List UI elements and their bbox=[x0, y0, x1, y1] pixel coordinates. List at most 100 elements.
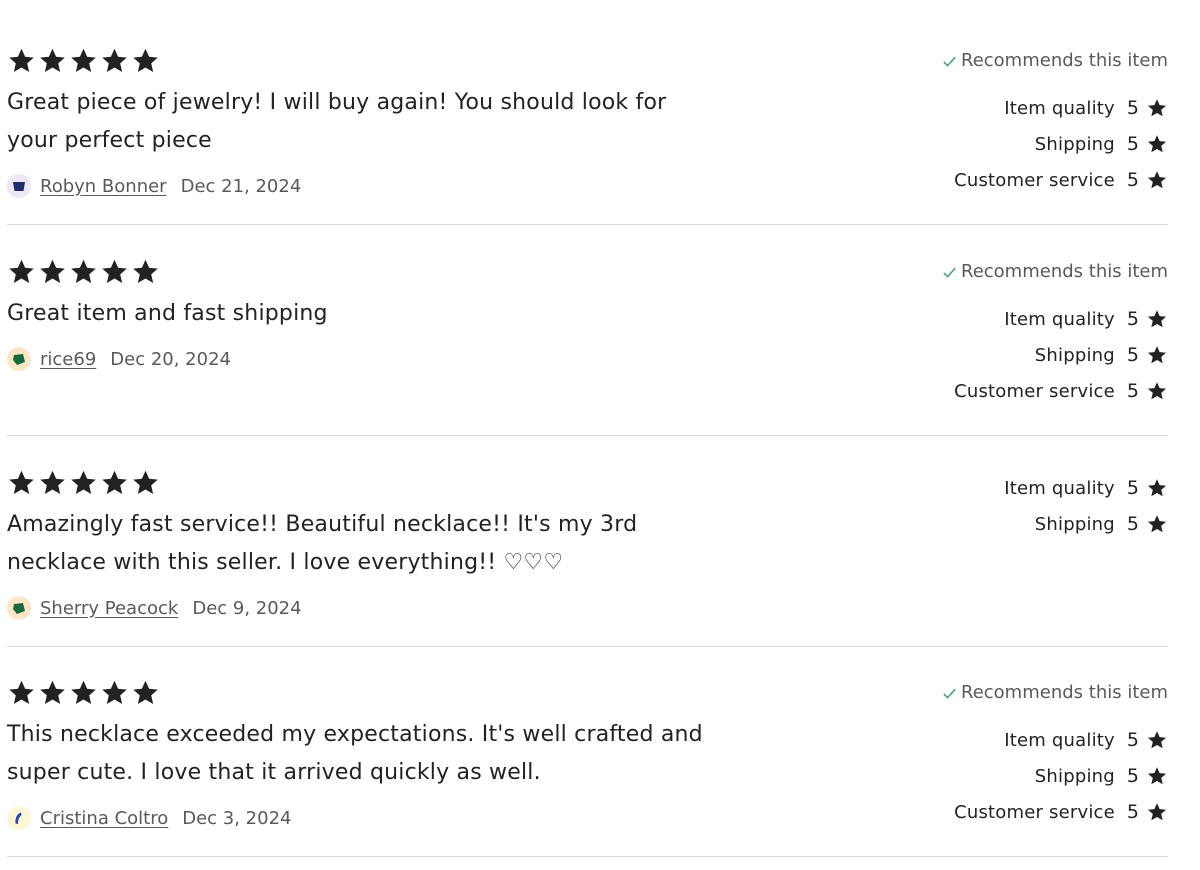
reviewer-info: rice69 Dec 20, 2024 bbox=[7, 346, 231, 372]
rating-row-shipping: Shipping 5 bbox=[942, 337, 1168, 373]
star-rating bbox=[7, 679, 160, 707]
rating-row-item-quality: Item quality 5 bbox=[942, 722, 1168, 758]
review-date: Dec 20, 2024 bbox=[110, 348, 231, 370]
rating-row-shipping: Shipping 5 bbox=[942, 758, 1168, 794]
recommends-badge: Recommends this item bbox=[942, 48, 1168, 74]
rating-label: Item quality bbox=[1004, 729, 1115, 751]
rating-value: 5 bbox=[1126, 513, 1139, 535]
reviewer-name-link[interactable]: Sherry Peacock bbox=[40, 598, 178, 619]
review-item: Amazingly fast service!! Beautiful neckl… bbox=[7, 436, 1168, 647]
star-icon bbox=[133, 48, 158, 72]
recommends-label: Recommends this item bbox=[961, 682, 1168, 703]
star-icon bbox=[40, 470, 65, 494]
review-item: Great piece of jewelry! I will buy again… bbox=[7, 14, 1168, 225]
star-icon bbox=[133, 259, 158, 283]
recommends-label: Recommends this item bbox=[961, 50, 1168, 71]
rating-value: 5 bbox=[1126, 380, 1139, 402]
rating-value: 5 bbox=[1126, 477, 1139, 499]
reviewer-info: Sherry Peacock Dec 9, 2024 bbox=[7, 595, 302, 621]
avatar-shape-icon bbox=[13, 354, 25, 365]
review-ratings: Item quality 5 Shipping 5 bbox=[1004, 470, 1168, 542]
rating-value: 5 bbox=[1126, 344, 1139, 366]
star-icon bbox=[71, 259, 96, 283]
review-ratings: Recommends this item Item quality 5 Ship… bbox=[942, 48, 1168, 198]
reviewer-info: Robyn Bonner Dec 21, 2024 bbox=[7, 173, 301, 199]
rating-label: Shipping bbox=[1034, 765, 1115, 787]
recommends-badge: Recommends this item bbox=[942, 259, 1168, 285]
star-icon bbox=[102, 680, 127, 704]
star-icon bbox=[102, 470, 127, 494]
rating-label: Customer service bbox=[954, 801, 1115, 823]
review-ratings: Recommends this item Item quality 5 Ship… bbox=[942, 680, 1168, 830]
avatar[interactable] bbox=[7, 174, 31, 198]
star-icon bbox=[40, 259, 65, 283]
star-icon bbox=[102, 259, 127, 283]
star-icon bbox=[133, 470, 158, 494]
rating-row-item-quality: Item quality 5 bbox=[1004, 470, 1168, 506]
review-ratings: Recommends this item Item quality 5 Ship… bbox=[942, 259, 1168, 409]
avatar[interactable] bbox=[7, 347, 31, 371]
star-icon bbox=[1147, 515, 1167, 533]
avatar[interactable] bbox=[7, 806, 31, 830]
rating-label: Customer service bbox=[954, 380, 1115, 402]
star-icon bbox=[133, 680, 158, 704]
rating-row-customer-service: Customer service 5 bbox=[942, 162, 1168, 198]
rating-label: Shipping bbox=[1034, 133, 1115, 155]
star-icon bbox=[1147, 135, 1167, 153]
reviewer-name-link[interactable]: Robyn Bonner bbox=[40, 176, 167, 197]
star-icon bbox=[1147, 346, 1167, 364]
avatar-shape-icon bbox=[13, 603, 25, 614]
star-icon bbox=[1147, 767, 1167, 785]
review-date: Dec 9, 2024 bbox=[192, 597, 302, 619]
reviewer-info: Cristina Coltro Dec 3, 2024 bbox=[7, 805, 292, 831]
star-icon bbox=[1147, 171, 1167, 189]
reviewer-name-link[interactable]: Cristina Coltro bbox=[40, 808, 168, 829]
star-icon bbox=[40, 48, 65, 72]
rating-value: 5 bbox=[1126, 133, 1139, 155]
star-icon bbox=[9, 680, 34, 704]
rating-label: Item quality bbox=[1004, 308, 1115, 330]
star-rating bbox=[7, 47, 160, 75]
rating-value: 5 bbox=[1126, 765, 1139, 787]
star-icon bbox=[1147, 479, 1167, 497]
check-icon bbox=[943, 267, 956, 278]
star-icon bbox=[9, 48, 34, 72]
rating-row-customer-service: Customer service 5 bbox=[942, 373, 1168, 409]
recommends-badge: Recommends this item bbox=[942, 680, 1168, 706]
avatar-shape-icon bbox=[15, 812, 22, 824]
star-icon bbox=[9, 470, 34, 494]
star-icon bbox=[71, 680, 96, 704]
rating-label: Item quality bbox=[1004, 97, 1115, 119]
check-icon bbox=[943, 688, 956, 699]
star-icon bbox=[102, 48, 127, 72]
review-text: Great item and fast shipping bbox=[7, 301, 328, 326]
star-icon bbox=[9, 259, 34, 283]
star-icon bbox=[1147, 803, 1167, 821]
star-icon bbox=[1147, 731, 1167, 749]
star-icon bbox=[1147, 382, 1167, 400]
review-text: Great piece of jewelry! I will buy again… bbox=[7, 90, 667, 153]
star-rating bbox=[7, 258, 160, 286]
rating-row-shipping: Shipping 5 bbox=[942, 126, 1168, 162]
star-icon bbox=[1147, 99, 1167, 117]
recommends-label: Recommends this item bbox=[961, 261, 1168, 282]
rating-label: Shipping bbox=[1034, 513, 1115, 535]
avatar-shape-icon bbox=[13, 182, 25, 191]
avatar[interactable] bbox=[7, 596, 31, 620]
review-text: Amazingly fast service!! Beautiful neckl… bbox=[7, 512, 638, 575]
star-icon bbox=[1147, 310, 1167, 328]
reviewer-name-link[interactable]: rice69 bbox=[40, 349, 96, 370]
review-text: This necklace exceeded my expectations. … bbox=[7, 722, 703, 785]
star-rating bbox=[7, 469, 160, 497]
review-item: This necklace exceeded my expectations. … bbox=[7, 646, 1168, 857]
rating-value: 5 bbox=[1126, 729, 1139, 751]
review-date: Dec 21, 2024 bbox=[180, 175, 302, 197]
rating-value: 5 bbox=[1126, 801, 1139, 823]
rating-row-customer-service: Customer service 5 bbox=[942, 794, 1168, 830]
star-icon bbox=[71, 470, 96, 494]
review-item: Great item and fast shipping rice69 Dec … bbox=[7, 225, 1168, 436]
rating-value: 5 bbox=[1126, 169, 1139, 191]
rating-row-shipping: Shipping 5 bbox=[1004, 506, 1168, 542]
rating-row-item-quality: Item quality 5 bbox=[942, 301, 1168, 337]
rating-value: 5 bbox=[1126, 97, 1139, 119]
